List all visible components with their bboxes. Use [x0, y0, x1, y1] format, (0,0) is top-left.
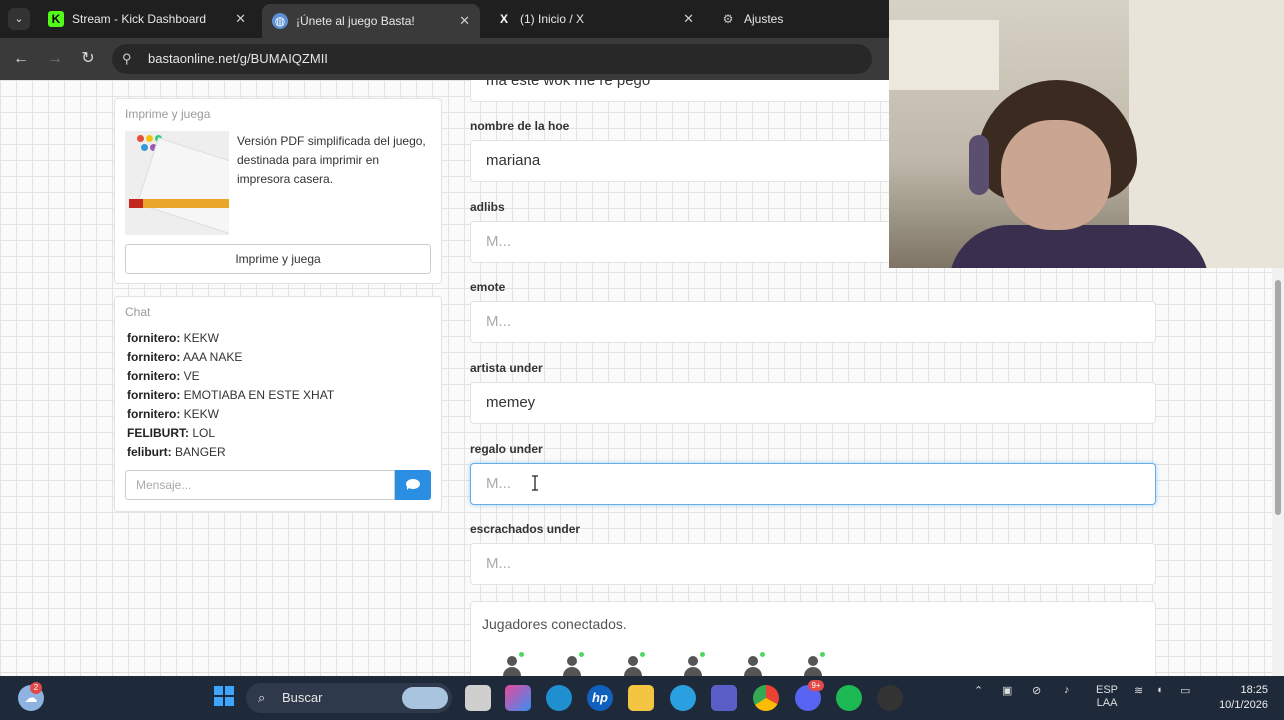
chat-message: feliburt: BANGER — [127, 445, 226, 459]
chat-send-button[interactable] — [395, 470, 431, 500]
player-avatar-icon — [557, 652, 587, 676]
print-card: Imprime y juega Versión PDF simplificada… — [114, 98, 442, 284]
webcam-overlay — [889, 0, 1284, 268]
teams-icon[interactable] — [711, 685, 737, 711]
print-description: Versión PDF simplificada del juego, dest… — [237, 134, 426, 186]
forward-arrow-icon[interactable]: → — [44, 48, 66, 70]
search-highlight-image — [402, 687, 448, 709]
windows-start-icon[interactable] — [211, 685, 237, 711]
show-hidden-icons-chevron-icon[interactable]: ⌃ — [974, 684, 983, 697]
x-icon: X — [499, 12, 508, 26]
field-label: regalo under — [470, 442, 543, 456]
tab-label: Stream - Kick Dashboard — [72, 12, 207, 26]
field-label: escrachados under — [470, 522, 581, 536]
print-and-play-button[interactable]: Imprime y juega — [125, 244, 431, 274]
chat-messages: fornitero: KEKW fornitero: AAA NAKE forn… — [127, 329, 334, 462]
player-avatar-icon — [618, 652, 648, 676]
site-info-icon[interactable]: ⚲ — [122, 44, 132, 74]
answer-field-regalo-under[interactable]: M... — [470, 463, 1156, 505]
player-avatar-icon — [678, 652, 708, 676]
tab-label: ¡Únete al juego Basta! — [296, 14, 415, 28]
microphone-icon[interactable]: ♪ — [1064, 684, 1070, 696]
volume-icon[interactable]: ◖ — [1156, 684, 1163, 696]
battery-icon[interactable]: ▭ — [1180, 684, 1190, 697]
player-avatar-icon — [497, 652, 527, 676]
chat-message: fornitero: KEKW — [127, 407, 220, 421]
field-label: artista under — [470, 361, 543, 375]
kick-icon: K — [48, 11, 64, 27]
chat-message-input[interactable]: Mensaje... — [125, 470, 395, 500]
field-label: nombre de la hoe — [470, 119, 570, 133]
hp-icon[interactable]: hp — [587, 685, 613, 711]
copilot-icon[interactable] — [505, 685, 531, 711]
globe-icon: ◍ — [272, 13, 288, 29]
app-icon[interactable] — [670, 685, 696, 711]
system-clock[interactable]: 18:25 10/1/2026 — [1208, 683, 1268, 713]
gear-icon: ⚙ — [722, 12, 734, 26]
edge-icon[interactable] — [546, 685, 572, 711]
spotify-icon[interactable] — [836, 685, 862, 711]
close-icon[interactable]: ✕ — [683, 11, 694, 27]
answer-field-artista-under[interactable]: memey — [470, 382, 1156, 424]
back-arrow-icon[interactable]: ← — [10, 48, 32, 70]
text-cursor-icon — [532, 475, 538, 491]
connected-players-card: Jugadores conectados. — [470, 601, 1156, 676]
close-icon[interactable]: ✕ — [235, 11, 246, 27]
player-avatar-icon — [738, 652, 768, 676]
connected-players-title: Jugadores conectados. — [482, 616, 627, 632]
tab-x-home[interactable]: X (1) Inicio / X ✕ — [486, 4, 704, 34]
discord-badge: 9+ — [808, 680, 824, 691]
tab-label: (1) Inicio / X — [520, 12, 585, 26]
taskbar-search[interactable]: ⌕ Buscar — [246, 683, 452, 713]
tab-kick-dashboard[interactable]: K Stream - Kick Dashboard ✕ — [38, 4, 256, 34]
task-view-icon[interactable] — [465, 685, 491, 711]
tray-app-icon[interactable]: ▣ — [1002, 684, 1012, 697]
tab-label: Ajustes — [744, 12, 784, 26]
search-icon: ⌕ — [258, 690, 266, 705]
chrome-icon[interactable] — [753, 685, 779, 711]
print-card-title: Imprime y juega — [125, 107, 211, 121]
notification-badge: 2 — [30, 682, 42, 694]
url-input[interactable]: ⚲ bastaonline.net/g/BUMAIQZMII — [112, 44, 872, 74]
field-label: adlibs — [470, 200, 505, 214]
chat-message: fornitero: KEKW — [127, 331, 220, 345]
scrollbar-thumb[interactable] — [1275, 280, 1281, 515]
taskbar-search-label: Buscar — [282, 690, 323, 705]
language-indicator[interactable]: ESP LAA — [1096, 684, 1118, 710]
chat-message: fornitero: EMOTIABA EN ESTE XHAT — [127, 388, 335, 402]
url-text: bastaonline.net/g/BUMAIQZMII — [148, 51, 328, 66]
print-preview-image — [125, 131, 229, 235]
obs-icon[interactable] — [877, 685, 903, 711]
field-label: emote — [470, 280, 506, 294]
chat-card: Chat fornitero: KEKW fornitero: AAA NAKE… — [114, 296, 442, 512]
chat-message: FELIBURT: LOL — [127, 426, 216, 440]
close-icon[interactable]: ✕ — [459, 13, 470, 29]
taskbar: ☁ 2 ⌕ Buscar hp 9+ ⌃ ▣ ⊘ ♪ ESP LAA ≋ ◖ ▭… — [0, 676, 1284, 720]
tab-basta[interactable]: ◍ ¡Únete al juego Basta! ✕ — [262, 4, 480, 38]
file-explorer-icon[interactable] — [628, 685, 654, 711]
wifi-icon[interactable]: ≋ — [1134, 684, 1143, 697]
chat-message: fornitero: VE — [127, 369, 200, 383]
answer-field-emote[interactable]: M... — [470, 301, 1156, 343]
tab-search-button[interactable]: ⌄ — [8, 8, 30, 30]
chat-message: fornitero: AAA NAKE — [127, 350, 243, 364]
reload-icon[interactable]: ↻ — [77, 48, 99, 70]
tray-mute-icon[interactable]: ⊘ — [1032, 684, 1041, 697]
answer-field-escrachados-under[interactable]: M... — [470, 543, 1156, 585]
player-avatar-icon — [798, 652, 828, 676]
tab-settings[interactable]: ⚙ Ajustes — [710, 4, 880, 34]
chat-title: Chat — [125, 305, 151, 319]
